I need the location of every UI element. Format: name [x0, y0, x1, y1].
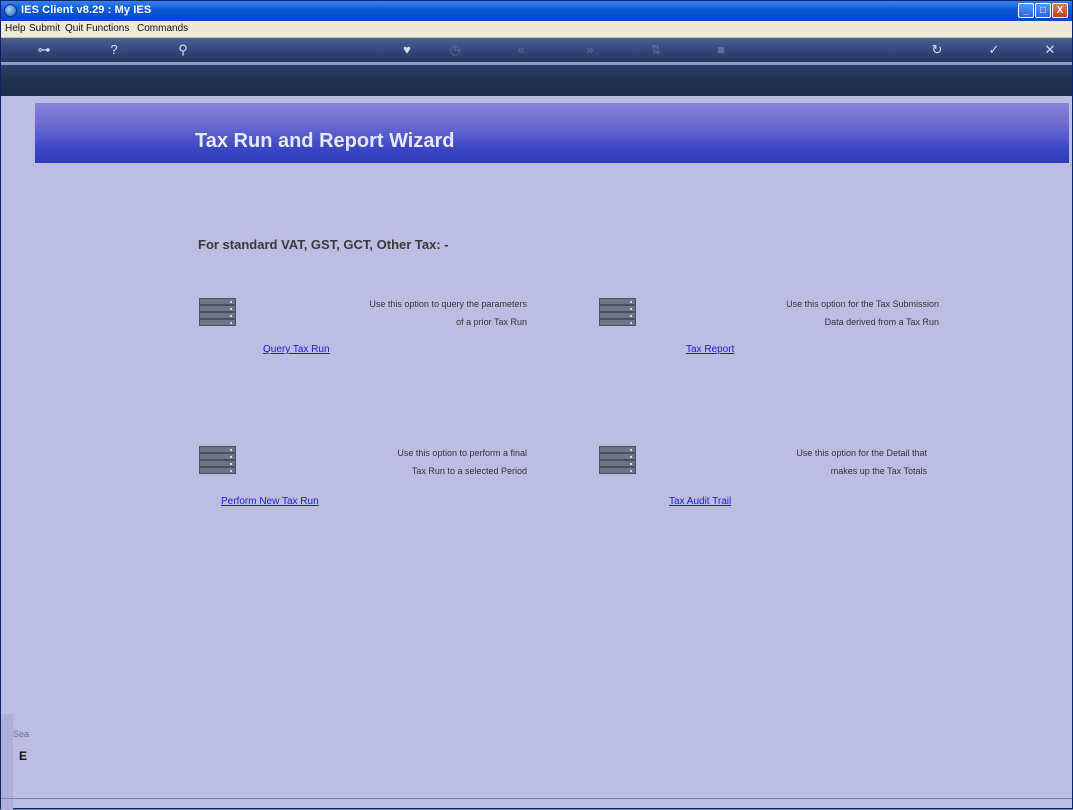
description-line: Use this option to query the parameters [369, 299, 527, 309]
tax-report-link[interactable]: Tax Report [686, 344, 734, 355]
menu-functions[interactable]: Functions [86, 23, 129, 34]
server-stack-icon [199, 298, 236, 305]
perform-new-tax-run-link[interactable]: Perform New Tax Run [221, 496, 319, 507]
description-line: Use this option for the Detail that [796, 448, 927, 458]
server-stack-icon [599, 453, 636, 460]
perform-new-tax-run-icon[interactable] [199, 446, 236, 475]
description-line: makes up the Tax Totals [830, 466, 927, 476]
description-line: Data derived from a Tax Run [824, 317, 939, 327]
server-stack-icon [599, 305, 636, 312]
refresh-icon[interactable]: ↻ [927, 40, 947, 60]
clock-icon[interactable]: ◷ [445, 40, 465, 60]
app-icon [4, 4, 17, 17]
description-line: Use this option for the Tax Submission [786, 299, 939, 309]
close-icon[interactable]: ✕ [1040, 40, 1060, 60]
server-stack-icon [599, 298, 636, 305]
tax-audit-trail-icon[interactable] [599, 446, 636, 475]
title-bar[interactable]: IES Client v8.29 : My IES _ □ X [1, 1, 1072, 21]
minimize-button[interactable]: _ [1018, 3, 1034, 18]
check-icon[interactable]: ✓ [984, 40, 1004, 60]
server-stack-icon [199, 460, 236, 467]
server-stack-icon [599, 312, 636, 319]
toolbar-divider [1, 62, 1072, 65]
rewind-icon[interactable]: « [511, 40, 531, 60]
server-stack-icon [599, 319, 636, 326]
side-strip [1, 714, 13, 810]
toolbar: ⊶ ? ⚲ ♥ ◷ « » ⇅ ■ ↻ ✓ ✕ [1, 38, 1072, 96]
side-panel-label: Sea [13, 729, 30, 739]
window-title: IES Client v8.29 : My IES [21, 4, 152, 16]
page-title: Tax Run and Report Wizard [195, 130, 455, 152]
section-title: For standard VAT, GST, GCT, Other Tax: - [198, 237, 449, 252]
description-line: of a prior Tax Run [456, 317, 527, 327]
status-divider [1, 798, 1072, 799]
server-stack-icon [199, 446, 236, 453]
server-stack-icon [199, 319, 236, 326]
search-icon[interactable]: ⚲ [173, 40, 193, 60]
query-tax-run-description: Use this option to query the parameters … [307, 295, 527, 331]
transfer-icon[interactable]: ⇅ [646, 40, 666, 60]
tax-report-icon[interactable] [599, 298, 636, 327]
app-window: IES Client v8.29 : My IES _ □ X Help Sub… [0, 0, 1073, 810]
wizard-banner: Tax Run and Report Wizard [35, 103, 1069, 163]
perform-new-tax-run-description: Use this option to perform a final Tax R… [307, 444, 527, 480]
close-window-button[interactable]: X [1052, 3, 1068, 18]
server-stack-icon [599, 460, 636, 467]
side-panel-indicator: E [19, 749, 28, 763]
menu-bar: Help Submit Quit Functions Commands [1, 21, 1072, 38]
query-tax-run-link[interactable]: Query Tax Run [263, 344, 330, 355]
description-line: Tax Run to a selected Period [411, 466, 527, 476]
fast-forward-icon[interactable]: » [580, 40, 600, 60]
menu-commands[interactable]: Commands [137, 23, 188, 34]
tax-audit-trail-description: Use this option for the Detail that make… [707, 444, 927, 480]
server-stack-icon [199, 305, 236, 312]
toolbar-strip [1, 38, 1072, 62]
tax-report-description: Use this option for the Tax Submission D… [719, 295, 939, 331]
tax-audit-trail-link[interactable]: Tax Audit Trail [669, 496, 731, 507]
key-icon[interactable]: ⊶ [29, 40, 59, 60]
server-stack-icon [199, 467, 236, 474]
server-stack-icon [199, 453, 236, 460]
server-stack-icon [599, 446, 636, 453]
help-icon[interactable]: ? [104, 40, 124, 60]
menu-quit[interactable]: Quit [65, 23, 83, 34]
description-line: Use this option to perform a final [397, 448, 527, 458]
server-stack-icon [199, 312, 236, 319]
query-tax-run-icon[interactable] [199, 298, 236, 327]
stop-icon[interactable]: ■ [711, 40, 731, 60]
server-stack-icon [599, 467, 636, 474]
maximize-button[interactable]: □ [1035, 3, 1051, 18]
heart-icon[interactable]: ♥ [397, 40, 417, 60]
menu-submit[interactable]: Submit [29, 23, 60, 34]
menu-help[interactable]: Help [5, 23, 26, 34]
